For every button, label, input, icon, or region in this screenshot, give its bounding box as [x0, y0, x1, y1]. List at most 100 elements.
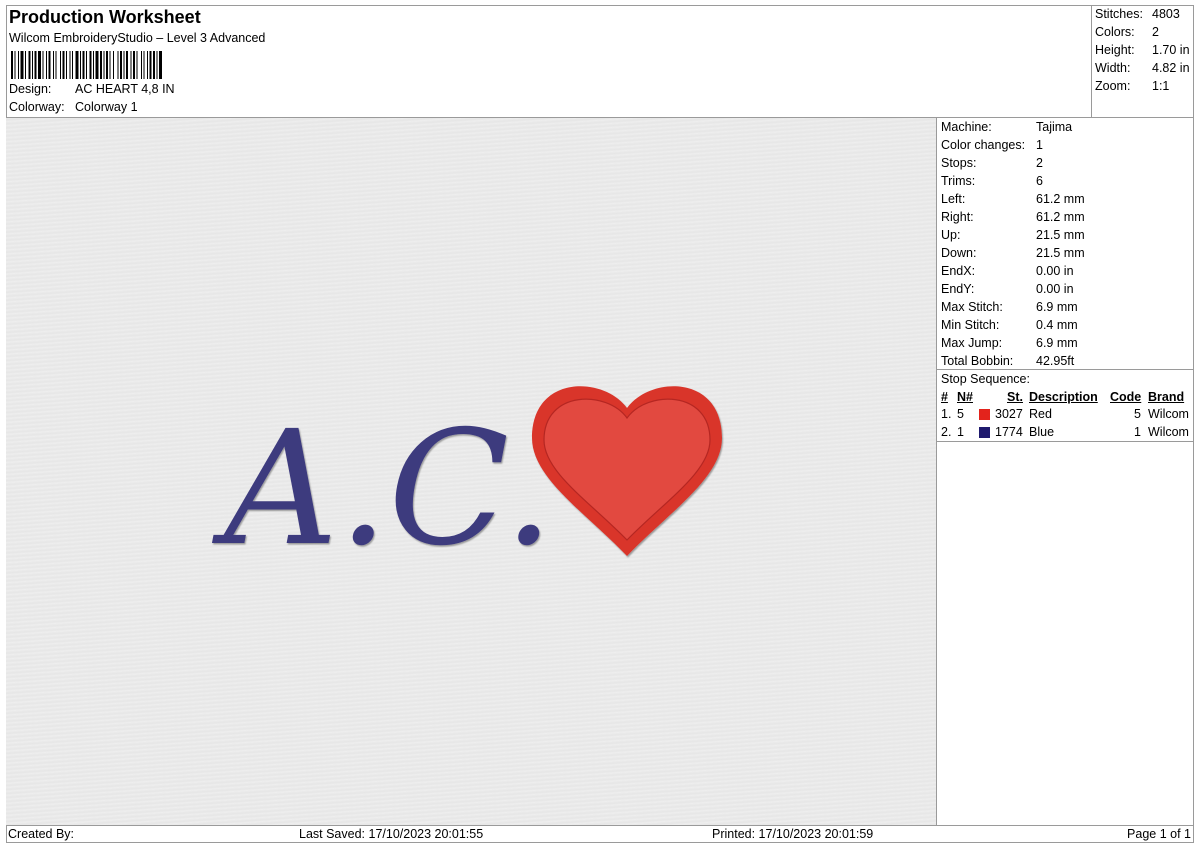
stop-code: 1	[1134, 425, 1141, 439]
barcode-bar	[48, 51, 51, 79]
barcode-bar	[120, 51, 122, 79]
page-title: Production Worksheet	[9, 7, 201, 27]
barcode-bar	[62, 51, 65, 79]
machine-info-label: Max Stitch:	[941, 300, 1003, 314]
colors-row: Colors: 2	[1095, 25, 1159, 39]
machine-info-value: 6.9 mm	[1036, 300, 1078, 314]
stop-description: Blue	[1029, 425, 1055, 439]
color-swatch	[979, 409, 990, 420]
stop-row: 2. 1 1774 Blue 1 Wilcom	[937, 425, 1194, 441]
machine-info-value: 6.9 mm	[1036, 336, 1078, 350]
color-swatch	[979, 427, 990, 438]
col-stitches: St.	[1007, 390, 1023, 404]
machine-info-row: Max Jump: 6.9 mm	[941, 336, 1078, 350]
colors-value: 2	[1152, 25, 1159, 39]
barcode-bar	[55, 51, 57, 79]
worksheet-header: Production Worksheet Wilcom EmbroiderySt…	[6, 5, 1092, 118]
stop-sequence: Stop Sequence: # N# St. Description Code…	[937, 369, 1194, 442]
barcode-bar	[153, 51, 155, 79]
machine-info-row: Stops: 2	[941, 156, 1043, 170]
machine-info-row: Trims: 6	[941, 174, 1043, 188]
barcode-bar	[143, 51, 145, 79]
stop-needle: 1	[957, 425, 964, 439]
design-preview: A.C.	[6, 118, 937, 825]
machine-info-label: Trims:	[941, 174, 976, 188]
barcode-bar	[109, 51, 111, 79]
stop-brand: Wilcom	[1148, 407, 1189, 421]
page-number: Page 1 of 1	[1127, 827, 1191, 841]
height-row: Height: 1.70 in	[1095, 43, 1190, 57]
barcode-bar	[141, 51, 142, 79]
machine-info-label: Max Jump:	[941, 336, 1003, 350]
machine-info-label: Color changes:	[941, 138, 1026, 152]
col-description: Description	[1029, 390, 1098, 404]
machine-info-value: 42.95ft	[1036, 354, 1075, 368]
machine-info-value: 61.2 mm	[1036, 192, 1085, 206]
worksheet-footer: Created By: Last Saved: 17/10/2023 20:01…	[6, 825, 1194, 843]
machine-info-row: Down: 21.5 mm	[941, 246, 1085, 260]
barcode-bar	[130, 51, 132, 79]
stop-code: 5	[1134, 407, 1141, 421]
barcode-bar	[126, 51, 128, 79]
stop-needle: 5	[957, 407, 964, 421]
machine-info-row: Right: 61.2 mm	[941, 210, 1085, 224]
barcode-bar	[95, 51, 99, 79]
barcode-bar	[46, 51, 47, 79]
machine-info-value: 0.00 in	[1036, 282, 1074, 296]
machine-info-value: 0.4 mm	[1036, 318, 1078, 332]
barcode-bar	[72, 51, 73, 79]
barcode-bar	[123, 51, 125, 79]
monogram-lettering: A.C.	[211, 397, 554, 568]
stop-number: 1.	[941, 407, 952, 421]
machine-info-row: Total Bobbin: 42.95ft	[941, 354, 1074, 368]
colorway-value: Colorway 1	[75, 100, 138, 114]
stitches-row: Stitches: 4803	[1095, 7, 1180, 21]
barcode-bar	[100, 51, 102, 79]
zoom-label: Zoom:	[1095, 79, 1131, 93]
machine-info-label: Left:	[941, 192, 966, 206]
machine-info-label: Up:	[941, 228, 961, 242]
software-name: Wilcom EmbroideryStudio – Level 3 Advanc…	[9, 31, 266, 45]
machine-info-value: Tajima	[1036, 120, 1073, 134]
barcode-bar	[28, 51, 31, 79]
col-brand: Brand	[1148, 390, 1185, 404]
machine-info-value: 2	[1036, 156, 1043, 170]
barcode-bar	[75, 51, 79, 79]
barcode-bar	[20, 51, 24, 79]
stop-brand: Wilcom	[1148, 425, 1189, 439]
machine-info-label: Down:	[941, 246, 977, 260]
design-value: AC HEART 4,8 IN	[75, 82, 175, 96]
barcode-bar	[66, 51, 67, 79]
machine-info-row: EndX: 0.00 in	[941, 264, 1074, 278]
barcode-bar	[14, 51, 16, 79]
stitches-value: 4803	[1152, 7, 1180, 21]
machine-info-label: Min Stitch:	[941, 318, 1000, 332]
width-label: Width:	[1095, 61, 1131, 75]
machine-info-value: 61.2 mm	[1036, 210, 1085, 224]
barcode-bar	[136, 51, 138, 79]
machine-info-label: Machine:	[941, 120, 992, 134]
barcode-bar	[86, 51, 87, 79]
design-label: Design:	[9, 82, 52, 96]
zoom-row: Zoom: 1:1	[1095, 79, 1169, 93]
stop-stitches: 3027	[995, 407, 1023, 421]
machine-info-label: EndY:	[941, 282, 975, 296]
barcode-bar	[82, 51, 85, 79]
barcode-bar	[69, 51, 71, 79]
machine-info-label: Right:	[941, 210, 974, 224]
design-row: Design: AC HEART 4,8 IN	[9, 82, 175, 96]
stop-description: Red	[1029, 407, 1052, 421]
barcode-bar	[103, 51, 105, 79]
machine-info-row: Up: 21.5 mm	[941, 228, 1085, 242]
heart-icon	[532, 386, 722, 556]
barcode-bar	[149, 51, 152, 79]
machine-info-value: 1	[1036, 138, 1043, 152]
barcode-bar	[159, 51, 162, 79]
width-row: Width: 4.82 in	[1095, 61, 1190, 75]
machine-info-value: 21.5 mm	[1036, 246, 1085, 260]
created-by: Created By:	[8, 827, 75, 841]
barcode-bar	[42, 51, 44, 79]
machine-info-row: Machine: Tajima	[941, 120, 1072, 134]
width-value: 4.82 in	[1152, 61, 1190, 75]
stop-stitches: 1774	[995, 425, 1023, 439]
